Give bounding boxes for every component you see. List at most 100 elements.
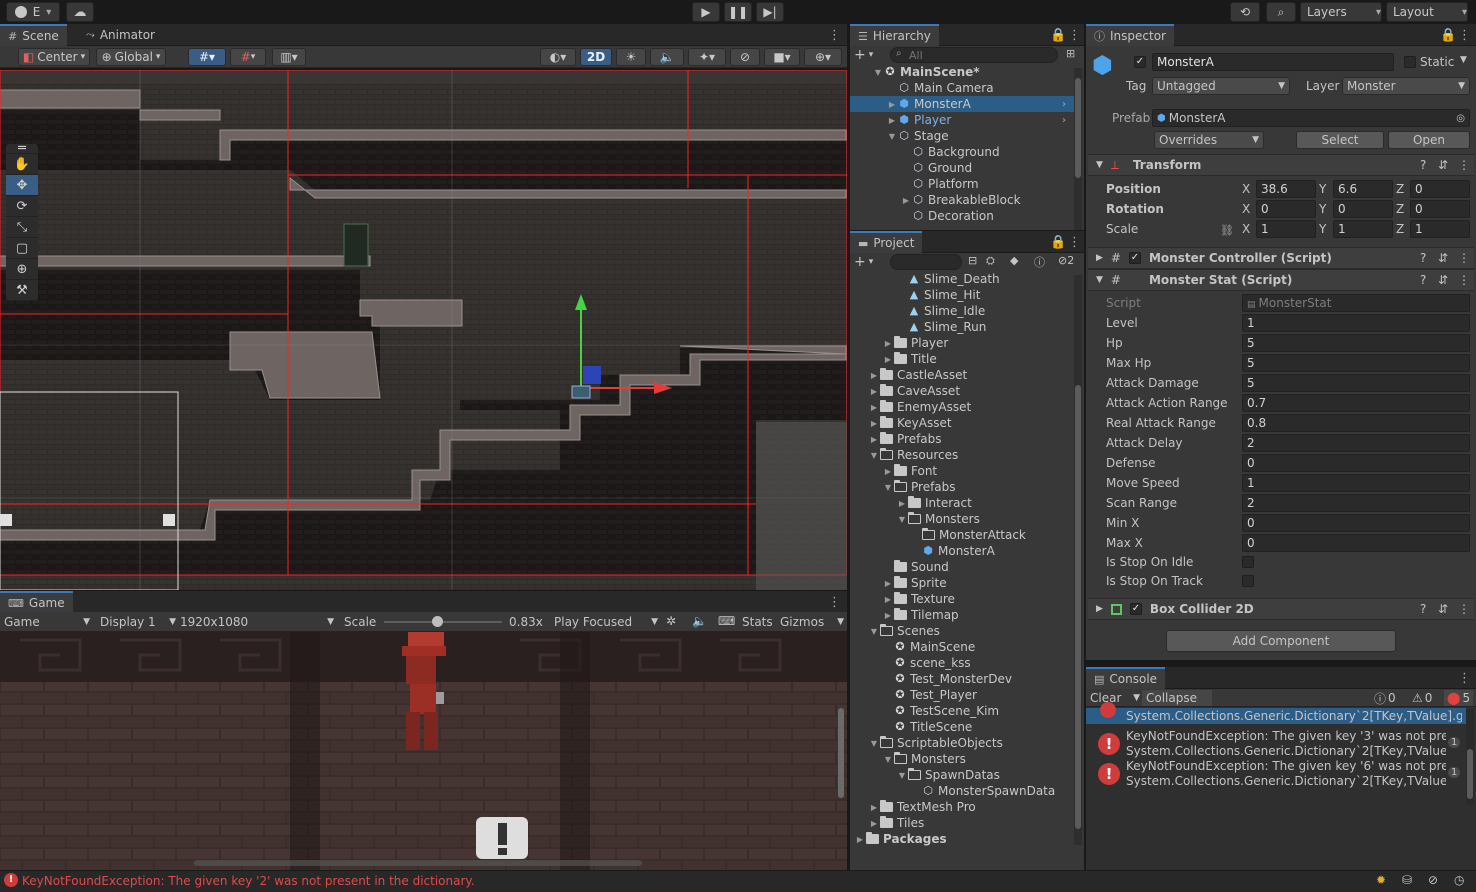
scale-y-field[interactable]: 1 — [1333, 220, 1393, 238]
rotation-x-field[interactable]: 0 — [1256, 200, 1316, 218]
foldout-down-icon[interactable]: ▼ — [896, 515, 908, 524]
foldout-right-icon[interactable]: ▶ — [868, 403, 880, 412]
foldout-right-icon[interactable]: ▶ — [882, 339, 894, 348]
play-mode-dropdown[interactable]: Play Focused ▼ — [554, 613, 658, 631]
shading-button[interactable]: ◐▾ — [540, 48, 576, 66]
tab-game[interactable]: ⌨ Game — [0, 591, 73, 613]
space-dropdown[interactable]: ⊕ Global ▾ — [96, 48, 166, 66]
tree-item[interactable]: ✪ scene_kss — [850, 655, 1076, 671]
console-error-filter[interactable]: ⬤ 5 — [1444, 690, 1474, 706]
inspector-lock-icon[interactable]: 🔒 — [1440, 28, 1456, 43]
hierarchy-search-input[interactable] — [890, 47, 1058, 63]
tree-item[interactable]: ⬡ Main Camera — [850, 80, 1076, 96]
foldout-right-icon[interactable]: ▶ — [868, 371, 880, 380]
foldout-down-icon[interactable]: ▼ — [882, 755, 894, 764]
tree-item[interactable]: ▶ ⬢ Player › — [850, 112, 1076, 128]
hierarchy-lock-icon[interactable]: 🔒 — [1050, 28, 1066, 43]
tab-scene[interactable]: # Scene — [0, 24, 67, 46]
rotate-tool[interactable]: ⟳ — [6, 196, 38, 217]
play-button[interactable]: ▶ — [692, 2, 720, 22]
inspector-menu-icon[interactable]: ⋮ — [1458, 28, 1471, 43]
tree-item[interactable]: ⬡ Decoration — [850, 208, 1076, 224]
2d-toggle[interactable]: 2D — [580, 48, 612, 66]
tree-item[interactable]: ▶ EnemyAsset — [850, 399, 1076, 415]
console-collapse-button[interactable]: Collapse — [1142, 690, 1212, 706]
tree-item[interactable]: ▲ Slime_Death — [850, 271, 1076, 287]
tree-item[interactable]: ▼ Prefabs — [850, 479, 1076, 495]
status-message[interactable]: KeyNotFoundException: The given key '2' … — [22, 874, 475, 888]
tree-item[interactable]: ⬢ MonsterA — [850, 543, 1076, 559]
cache-icon[interactable]: ⛁ — [1402, 873, 1412, 887]
foldout-right-icon[interactable]: ▶ — [868, 435, 880, 444]
hierarchy-add-button[interactable]: + ▾ — [854, 47, 884, 63]
component-menu-icon[interactable]: ⋮ — [1458, 251, 1470, 265]
camera-dropdown[interactable]: ■▾ — [764, 48, 800, 66]
scale-z-field[interactable]: 1 — [1410, 220, 1470, 238]
display-dropdown[interactable]: Display 1 ▼ — [100, 613, 176, 631]
prefab-open-button[interactable]: Open — [1388, 131, 1470, 149]
game-view-dropdown[interactable]: Game ▼ — [4, 613, 90, 631]
scale-tool[interactable]: ⤡ — [6, 217, 38, 238]
foldout-down-icon[interactable]: ▼ — [896, 771, 908, 780]
box-collider-header[interactable]: ▶ ✓ Box Collider 2D ? ⇵ ⋮ — [1088, 598, 1474, 620]
foldout-right-icon[interactable]: ▶ — [854, 835, 866, 844]
stat-value-field[interactable]: 5 — [1242, 374, 1470, 392]
monster-stat-header[interactable]: ▼ # Monster Stat (Script) ? ⇵ ⋮ — [1088, 269, 1474, 291]
progress-icon[interactable]: ◷ — [1454, 873, 1464, 887]
warning-filter-icon[interactable]: ⓘ — [1034, 254, 1045, 270]
preset-icon[interactable]: ⇵ — [1438, 602, 1448, 616]
search-by-type-icon[interactable]: ⊟ — [968, 254, 977, 267]
is-stop-on-track-checkbox[interactable] — [1242, 575, 1254, 587]
foldout-right-icon[interactable]: ▶ — [882, 467, 894, 476]
tree-item[interactable]: ⬡ Background — [850, 144, 1076, 160]
project-search-input[interactable] — [890, 254, 962, 270]
stats-button[interactable]: Stats — [742, 615, 773, 629]
game-viewport[interactable] — [0, 632, 847, 870]
tree-item[interactable]: ⬡ Platform — [850, 176, 1076, 192]
tree-item[interactable]: ▶ Font — [850, 463, 1076, 479]
transform-tool[interactable]: ⊕ — [6, 259, 38, 280]
stat-value-field[interactable]: 1 — [1242, 474, 1470, 492]
tab-project[interactable]: ▬ Project — [850, 231, 923, 253]
tree-item[interactable]: ▲ Slime_Idle — [850, 303, 1076, 319]
help-icon[interactable]: ? — [1420, 251, 1426, 265]
console-message[interactable]: ! KeyNotFoundException: The given key '3'… — [1086, 729, 1466, 759]
stat-value-field[interactable]: 2 — [1242, 494, 1470, 512]
auto-generate-lighting-icon[interactable]: ✹ — [1376, 873, 1386, 887]
tree-item[interactable]: ⬡ MonsterSpawnData — [850, 783, 1076, 799]
stat-value-field[interactable]: 5 — [1242, 354, 1470, 372]
tree-item[interactable]: ▼ ScriptableObjects — [850, 735, 1076, 751]
tree-item[interactable]: ▶ ⬡ BreakableBlock — [850, 192, 1076, 208]
tree-item[interactable]: MonsterAttack — [850, 527, 1076, 543]
add-component-button[interactable]: Add Component — [1166, 630, 1396, 652]
tree-item[interactable]: ▼ Monsters — [850, 751, 1076, 767]
foldout-down-icon[interactable]: ▼ — [882, 483, 894, 492]
project-lock-icon[interactable]: 🔒 — [1050, 235, 1066, 250]
tree-item[interactable]: ▶ Tilemap — [850, 607, 1076, 623]
rotation-y-field[interactable]: 0 — [1333, 200, 1393, 218]
chevron-right-icon[interactable]: › — [1062, 115, 1066, 126]
console-info-filter[interactable]: ⓘ 0 — [1374, 690, 1396, 706]
transform-header[interactable]: ▼ ⟂ Transform ? ⇵ ⋮ — [1088, 154, 1474, 176]
mute-audio-icon[interactable]: 🔈 — [692, 614, 707, 628]
tree-item[interactable]: ▶ Interact — [850, 495, 1076, 511]
scene-viewport[interactable]: ═ ✋ ✥ ⟳ ⤡ ▢ ⊕ ⚒ — [0, 70, 847, 590]
tab-inspector[interactable]: ⓘ Inspector — [1086, 24, 1174, 46]
lighting-toggle[interactable]: ☀ — [616, 48, 646, 66]
tree-item[interactable]: ▼ Scenes — [850, 623, 1076, 639]
tree-item[interactable]: ▶ ⬢ MonsterA › — [850, 96, 1076, 112]
tree-item[interactable]: ▼ ✪ MainScene* — [850, 64, 1076, 80]
tree-item[interactable]: ▶ Texture — [850, 591, 1076, 607]
tree-item[interactable]: ▶ Title — [850, 351, 1076, 367]
hand-tool[interactable]: ✋ — [6, 154, 38, 175]
foldout-right-icon[interactable]: ▶ — [886, 100, 898, 109]
tab-console[interactable]: ▤ Console — [1086, 667, 1166, 689]
grid-snap-button[interactable]: #▾ — [188, 48, 226, 66]
console-clear-button[interactable]: Clear ▼ — [1090, 690, 1140, 706]
tree-item[interactable]: ▶ CaveAsset — [850, 383, 1076, 399]
rect-tool[interactable]: ▢ — [6, 238, 38, 259]
stat-value-field[interactable]: 1 — [1242, 314, 1470, 332]
position-z-field[interactable]: 0 — [1410, 180, 1470, 198]
foldout-right-icon[interactable]: ▶ — [896, 499, 908, 508]
scale-x-field[interactable]: 1 — [1256, 220, 1316, 238]
